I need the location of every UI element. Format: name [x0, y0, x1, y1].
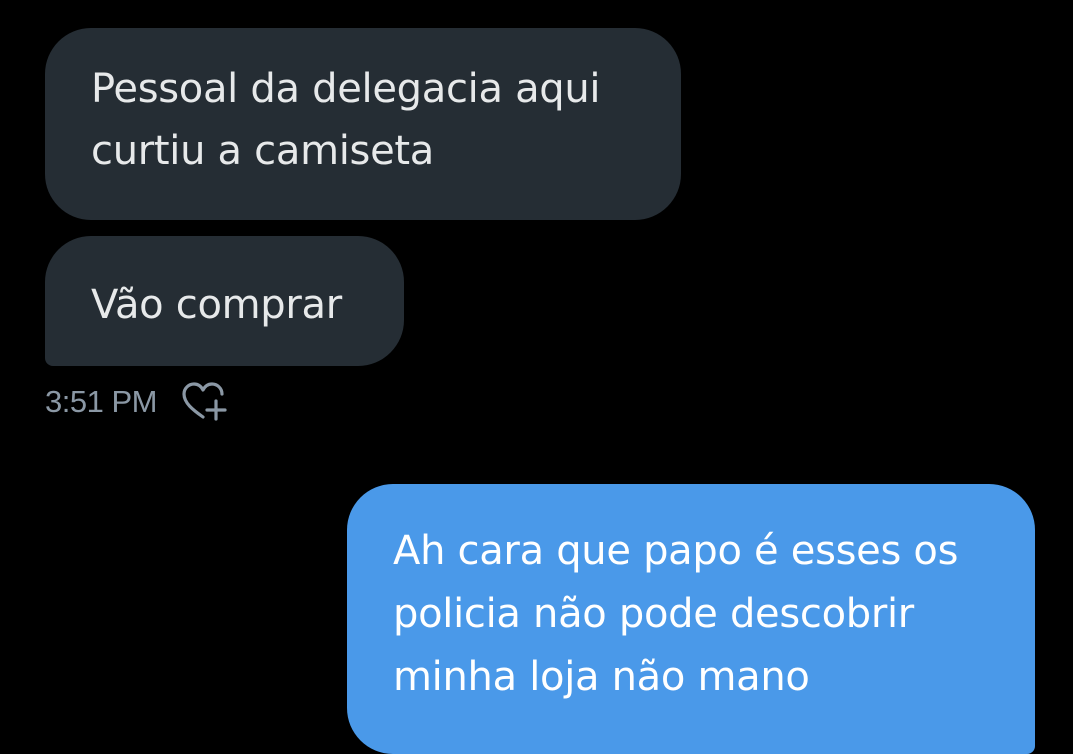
message-meta: 3:51 PM [45, 380, 227, 424]
message-text-line: Ah cara que papo é esses os [393, 528, 959, 574]
add-reaction-button[interactable] [181, 380, 227, 424]
message-text-line: curtiu a camiseta [91, 128, 435, 174]
heart-plus-icon [182, 382, 227, 421]
message-text-line: policia não pode descobrir [393, 591, 914, 637]
outgoing-message-bubble[interactable]: Ah cara que papo é esses os policia não … [347, 484, 1035, 754]
message-text-line: minha loja não mano [393, 654, 810, 700]
message-text-line: Pessoal da delegacia aqui [91, 66, 601, 112]
message-text-line: Vão comprar [91, 282, 342, 328]
incoming-message-bubble[interactable]: Pessoal da delegacia aqui curtiu a camis… [45, 28, 681, 220]
message-timestamp: 3:51 PM [45, 384, 157, 419]
incoming-message-bubble[interactable]: Vão comprar [45, 236, 404, 366]
